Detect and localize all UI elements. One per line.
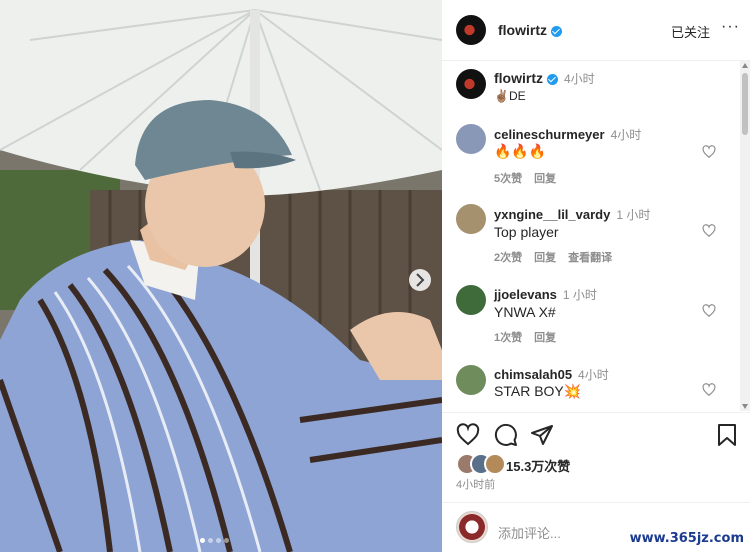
translate-button[interactable]: 查看翻译 [568, 252, 612, 264]
carousel-dot [216, 538, 221, 543]
comment-username[interactable]: jjoelevans 1 小时 [494, 286, 597, 303]
comment-likes[interactable]: 1次赞 [494, 332, 522, 344]
verified-icon [551, 25, 562, 37]
add-comment-bar: 添加评论... www.365jz.com [442, 502, 750, 554]
comments-list: flowirtz 4小时 ✌🏽DE celineschurmeyer 4小时 🔥🔥🔥… [442, 61, 738, 411]
carousel-dot [224, 538, 229, 543]
post-time: 4小时前 [456, 479, 496, 491]
share-icon[interactable] [530, 423, 554, 447]
commenter-avatar[interactable] [456, 124, 486, 154]
watermark: www.365jz.com [629, 531, 744, 546]
post-actions: 15.3万次赞 4小时前 添加评论... www.365jz.com [442, 412, 750, 553]
comment-meta: 1次赞 回复 [494, 329, 568, 345]
post-header: flowirtz 已关注 ··· [442, 0, 750, 61]
carousel-dot [208, 538, 213, 543]
caption-time: 4小时 [564, 72, 595, 86]
caption-avatar[interactable] [456, 69, 486, 99]
reply-button[interactable]: 回复 [534, 332, 556, 344]
next-photo-button[interactable] [409, 269, 431, 291]
scroll-up-icon[interactable] [742, 63, 748, 68]
caption-text: ✌🏽DE [494, 89, 526, 103]
comments-scrollbar[interactable] [740, 61, 750, 411]
comment-text: 🔥🔥🔥 [494, 143, 547, 159]
verified-icon [547, 73, 558, 85]
like-comment-icon[interactable] [702, 145, 716, 159]
caption-username[interactable]: flowirtz 4小时 [494, 70, 595, 87]
comment-text: STAR BOY💥 [494, 383, 582, 399]
photo-image [0, 0, 442, 552]
likes-count[interactable]: 15.3万次赞 [506, 456, 570, 475]
post-photo [0, 0, 442, 552]
current-user-avatar [456, 511, 488, 543]
comment-username[interactable]: yxngine__lil_vardy 1 小时 [494, 206, 650, 223]
author-avatar[interactable] [456, 15, 486, 45]
comment-username[interactable]: celineschurmeyer 4小时 [494, 126, 641, 143]
author-username[interactable]: flowirtz [498, 22, 562, 38]
following-button[interactable]: 已关注 [671, 22, 710, 41]
comment-text: YNWA X# [494, 304, 556, 320]
scroll-thumb[interactable] [742, 73, 748, 135]
comment-meta: 5次赞 回复 [494, 170, 568, 186]
reply-button[interactable]: 回复 [534, 173, 556, 185]
commenter-avatar[interactable] [456, 285, 486, 315]
save-icon[interactable] [716, 423, 738, 447]
reply-button[interactable]: 回复 [534, 252, 556, 264]
comment-likes[interactable]: 2次赞 [494, 252, 522, 264]
comment-text: Top player [494, 224, 559, 240]
comment-username[interactable]: chimsalah05 4小时 [494, 366, 609, 383]
commenter-avatar[interactable] [456, 365, 486, 395]
like-comment-icon[interactable] [702, 304, 716, 318]
liker-avatar[interactable] [484, 453, 506, 475]
like-comment-icon[interactable] [702, 224, 716, 238]
comment-input[interactable]: 添加评论... [498, 523, 561, 542]
comment-meta: 2次赞 回复 查看翻译 [494, 249, 624, 265]
commenter-avatar[interactable] [456, 204, 486, 234]
comment-likes[interactable]: 5次赞 [494, 173, 522, 185]
like-icon[interactable] [456, 423, 480, 447]
carousel-dot-active [200, 538, 205, 543]
more-options-icon[interactable]: ··· [721, 18, 740, 36]
post-panel: flowirtz 已关注 ··· flowirtz 4小时 ✌🏽DE celine… [442, 0, 750, 552]
scroll-down-icon[interactable] [742, 404, 748, 409]
like-comment-icon[interactable] [702, 383, 716, 397]
comment-icon[interactable] [494, 423, 518, 447]
